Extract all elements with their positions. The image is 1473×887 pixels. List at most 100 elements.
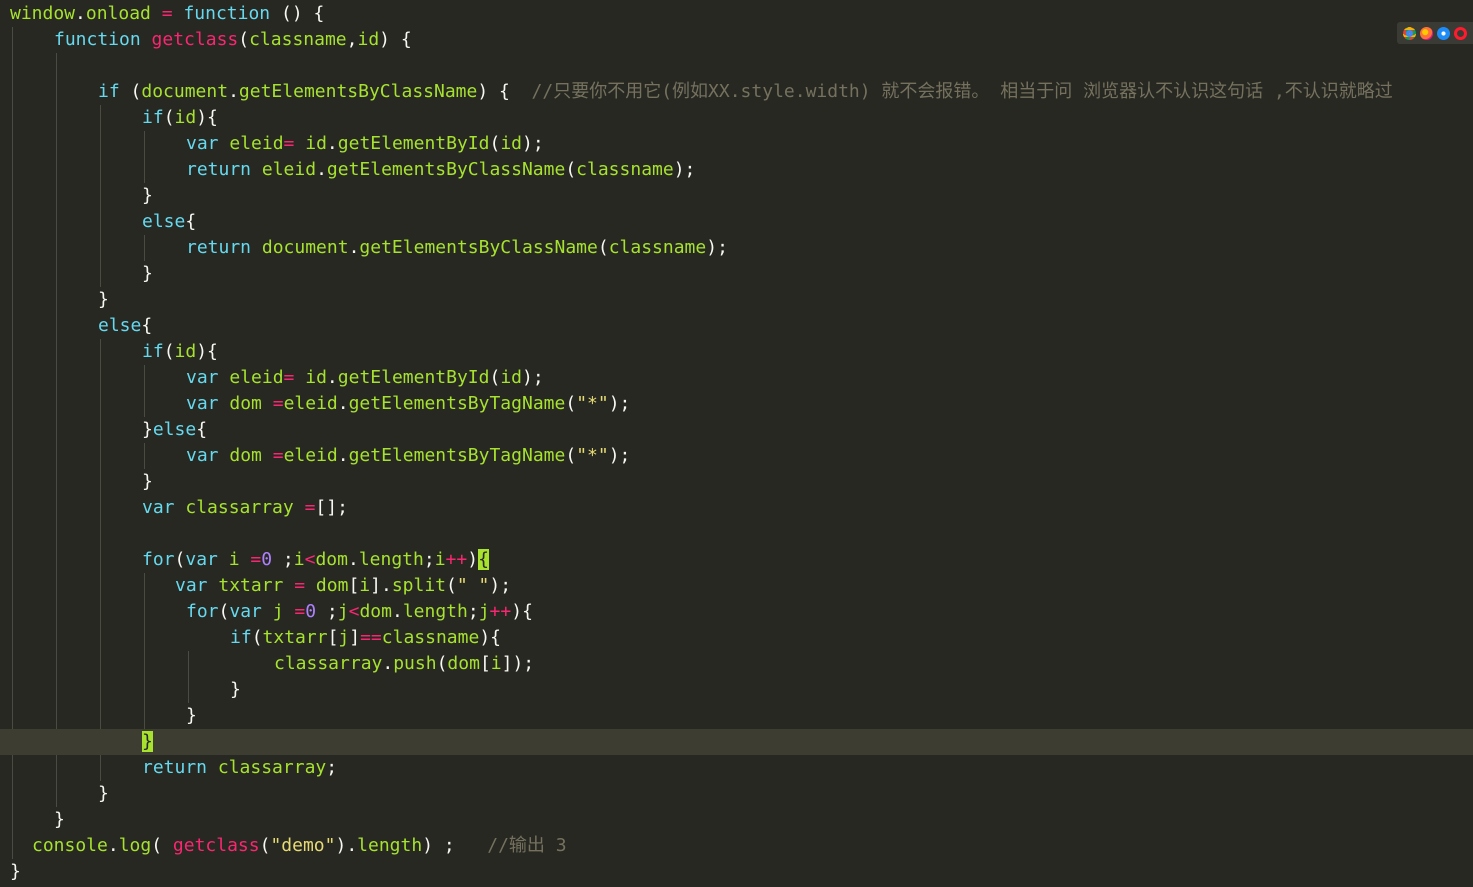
code-line[interactable]: } <box>0 287 1473 313</box>
code-token: else <box>152 419 197 440</box>
code-token: dom <box>229 445 262 466</box>
code-line[interactable]: } <box>0 807 1473 833</box>
code-line[interactable]: if(txtarr[j]==classname){ <box>0 625 1473 651</box>
code-line[interactable] <box>0 521 1473 547</box>
code-token: ( <box>163 107 175 128</box>
code-line[interactable]: } <box>0 183 1473 209</box>
code-token: ++ <box>445 549 468 570</box>
code-token: ; <box>316 601 338 622</box>
firefox-icon[interactable] <box>1420 26 1433 40</box>
code-line[interactable]: else{ <box>0 313 1473 339</box>
code-line[interactable]: return eleid.getElementsByClassName(clas… <box>0 157 1473 183</box>
code-line[interactable]: var dom =eleid.getElementsByTagName("*")… <box>0 443 1473 469</box>
code-token: ); <box>522 133 544 154</box>
code-token: length <box>402 601 468 622</box>
code-token: return <box>142 757 208 778</box>
code-token: dom <box>447 653 480 674</box>
code-token: eleid <box>283 445 338 466</box>
code-line[interactable]: function getclass(classname,id) { <box>0 27 1473 53</box>
code-line[interactable]: } <box>0 859 1473 885</box>
code-token: 0 <box>261 549 273 570</box>
code-token: = <box>294 575 306 596</box>
code-line[interactable]: for(var j =0 ;j<dom.length;j++){ <box>0 599 1473 625</box>
code-token: var <box>229 601 262 622</box>
code-line[interactable]: console.log( getclass("demo").length) ; … <box>0 833 1473 859</box>
code-token: ). <box>335 835 358 856</box>
code-line[interactable]: } <box>0 729 1473 755</box>
code-line[interactable] <box>0 53 1473 79</box>
code-line[interactable]: if(id){ <box>0 339 1473 365</box>
code-token: } <box>186 705 197 726</box>
code-token: length <box>357 835 423 856</box>
code-token: getElementsByClassName <box>326 159 566 180</box>
code-token: j <box>338 627 350 648</box>
code-line[interactable]: } <box>0 781 1473 807</box>
code-token: return <box>186 159 252 180</box>
code-token: [ <box>479 653 491 674</box>
code-token: < <box>348 601 360 622</box>
browser-preview-bar[interactable] <box>1397 22 1473 44</box>
code-line-text: } <box>98 781 109 807</box>
code-line[interactable]: return classarray; <box>0 755 1473 781</box>
code-line[interactable]: var txtarr = dom[i].split(" "); <box>0 573 1473 599</box>
code-token: for <box>186 601 219 622</box>
code-token: getclass <box>151 29 239 50</box>
code-line[interactable]: if (document.getElementsByClassName) { /… <box>0 79 1473 105</box>
code-token: . <box>107 835 119 856</box>
code-token: () { <box>270 3 325 24</box>
code-token: ]. <box>370 575 392 596</box>
code-line[interactable]: }else{ <box>0 417 1473 443</box>
code-editor[interactable]: window.onload = function () {function ge… <box>0 0 1473 887</box>
code-line[interactable]: classarray.push(dom[i]); <box>0 651 1473 677</box>
code-token: txtarr <box>262 627 328 648</box>
code-token: ( <box>446 575 457 596</box>
code-line[interactable]: } <box>0 261 1473 287</box>
code-token: var <box>142 497 175 518</box>
code-token: id <box>305 133 327 154</box>
code-line[interactable]: for(var i =0 ;i<dom.length;i++){ <box>0 547 1473 573</box>
code-line[interactable]: var classarray =[]; <box>0 495 1473 521</box>
code-line[interactable]: if(id){ <box>0 105 1473 131</box>
code-token: ( <box>436 653 448 674</box>
code-line[interactable]: var dom =eleid.getElementsByTagName("*")… <box>0 391 1473 417</box>
code-line[interactable]: var eleid= id.getElementById(id); <box>0 131 1473 157</box>
code-line[interactable]: } <box>0 677 1473 703</box>
code-line[interactable]: window.onload = function () { <box>0 1 1473 27</box>
code-token: ( <box>163 341 175 362</box>
code-token: id <box>500 367 523 388</box>
code-token: . <box>228 81 239 102</box>
code-token: } <box>230 679 241 700</box>
code-token: } <box>142 419 153 440</box>
code-token: < <box>304 549 316 570</box>
code-token: getElementById <box>337 367 490 388</box>
code-line[interactable]: } <box>0 469 1473 495</box>
code-line[interactable]: else{ <box>0 209 1473 235</box>
code-token: var <box>186 133 219 154</box>
code-line-text: window.onload = function () { <box>10 1 324 27</box>
code-token: ; <box>326 757 338 778</box>
code-line-text: } <box>142 469 153 495</box>
code-line[interactable]: var eleid= id.getElementById(id); <box>0 365 1473 391</box>
safari-icon[interactable] <box>1437 26 1450 40</box>
code-token: ( <box>119 81 142 102</box>
code-token: j <box>478 601 490 622</box>
opera-icon[interactable] <box>1454 26 1467 40</box>
code-token: classname <box>381 627 480 648</box>
code-token: dom <box>315 575 349 596</box>
code-token: . <box>316 159 327 180</box>
code-line-text: if(id){ <box>142 105 218 131</box>
code-line[interactable]: } <box>0 703 1473 729</box>
code-token: id <box>305 367 327 388</box>
code-line-text: if(txtarr[j]==classname){ <box>230 625 501 651</box>
chrome-icon[interactable] <box>1403 26 1416 40</box>
code-line[interactable]: return document.getElementsByClassName(c… <box>0 235 1473 261</box>
code-line-text: function getclass(classname,id) { <box>54 27 412 53</box>
